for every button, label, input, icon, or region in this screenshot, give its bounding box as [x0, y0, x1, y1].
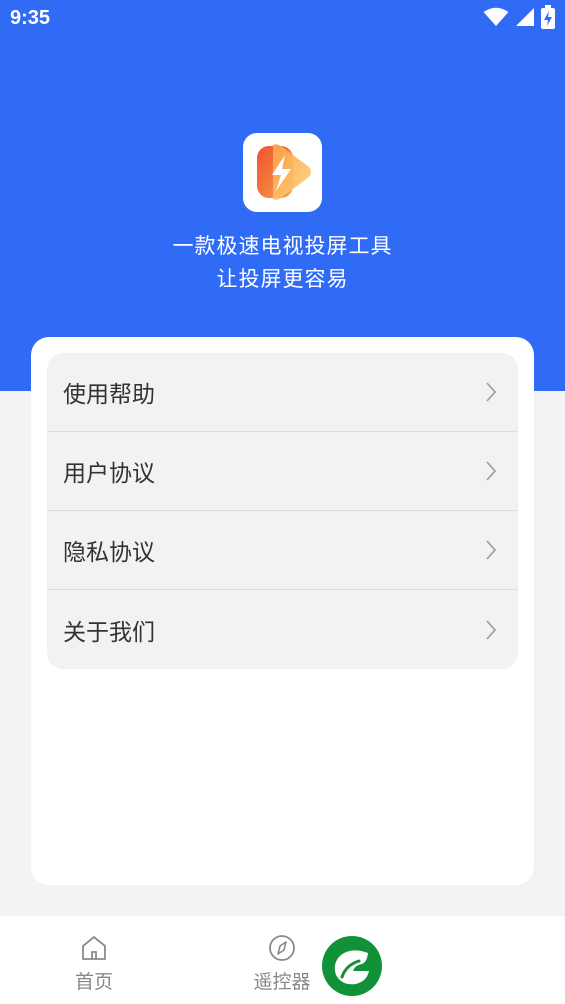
tab-label: 遥控器	[253, 971, 311, 993]
chevron-right-icon	[484, 460, 498, 482]
bottom-tab-bar: 首页 遥控器	[0, 916, 565, 1004]
menu-item-about-us[interactable]: 关于我们	[47, 590, 518, 669]
app-logo	[243, 133, 322, 212]
wifi-icon	[483, 7, 509, 31]
menu-item-user-agreement[interactable]: 用户协议	[47, 432, 518, 511]
menu-item-label: 用户协议	[63, 461, 155, 487]
menu-item-label: 隐私协议	[63, 540, 155, 566]
compass-icon	[268, 934, 296, 962]
chevron-right-icon	[484, 539, 498, 561]
status-time: 9:35	[10, 7, 51, 29]
chevron-right-icon	[484, 381, 498, 403]
menu-item-label: 使用帮助	[63, 382, 155, 408]
tab-remote-control[interactable]: 遥控器	[237, 916, 327, 1004]
status-bar: 9:35	[0, 0, 565, 40]
menu-list: 使用帮助 用户协议 隐私协议 关于我们	[47, 353, 518, 669]
green-leaf-logo	[321, 935, 383, 997]
tagline-secondary: 让投屏更容易	[216, 267, 349, 291]
settings-card: 使用帮助 用户协议 隐私协议 关于我们	[31, 337, 534, 885]
tab-home[interactable]: 首页	[49, 916, 139, 1004]
home-icon	[80, 934, 108, 962]
tab-label: 首页	[74, 971, 113, 993]
tagline-primary: 一款极速电视投屏工具	[172, 234, 393, 258]
chevron-right-icon	[484, 619, 498, 641]
menu-item-privacy-agreement[interactable]: 隐私协议	[47, 511, 518, 590]
menu-item-label: 关于我们	[63, 619, 155, 646]
battery-charging-icon	[541, 5, 555, 33]
menu-item-help[interactable]: 使用帮助	[47, 353, 518, 432]
status-icons	[483, 5, 555, 33]
signal-icon	[515, 7, 535, 31]
